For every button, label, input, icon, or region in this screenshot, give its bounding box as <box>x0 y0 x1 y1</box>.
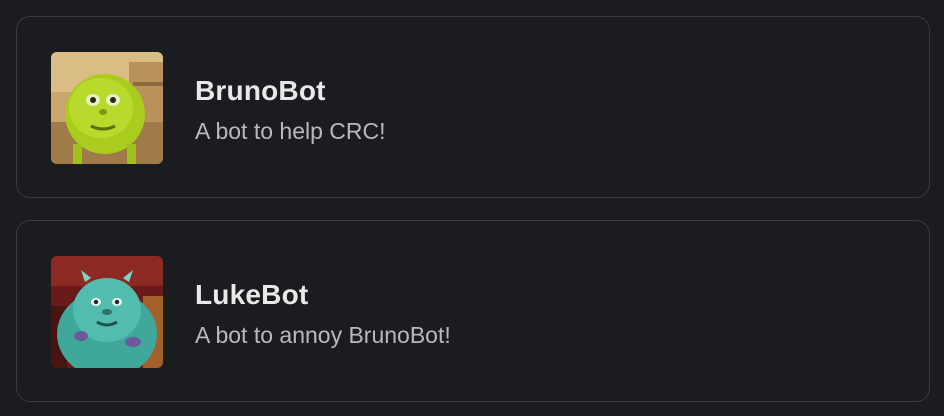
bot-name: LukeBot <box>195 279 309 310</box>
bot-card-lukebot[interactable]: LukeBot A bot to annoy BrunoBot! <box>16 220 930 402</box>
bot-card-brunobot[interactable]: BrunoBot A bot to help CRC! <box>16 16 930 198</box>
bot-name: BrunoBot <box>195 75 326 106</box>
lukebot-avatar <box>51 256 163 368</box>
bot-list: BrunoBot A bot to help CRC! LukeBot A bo… <box>0 0 944 416</box>
bot-description: A bot to help CRC! <box>195 118 386 144</box>
brunobot-avatar <box>51 52 163 164</box>
green-monster-avatar-icon <box>51 52 163 164</box>
bot-description: A bot to annoy BrunoBot! <box>195 322 451 348</box>
teal-monster-avatar-icon <box>51 256 163 368</box>
